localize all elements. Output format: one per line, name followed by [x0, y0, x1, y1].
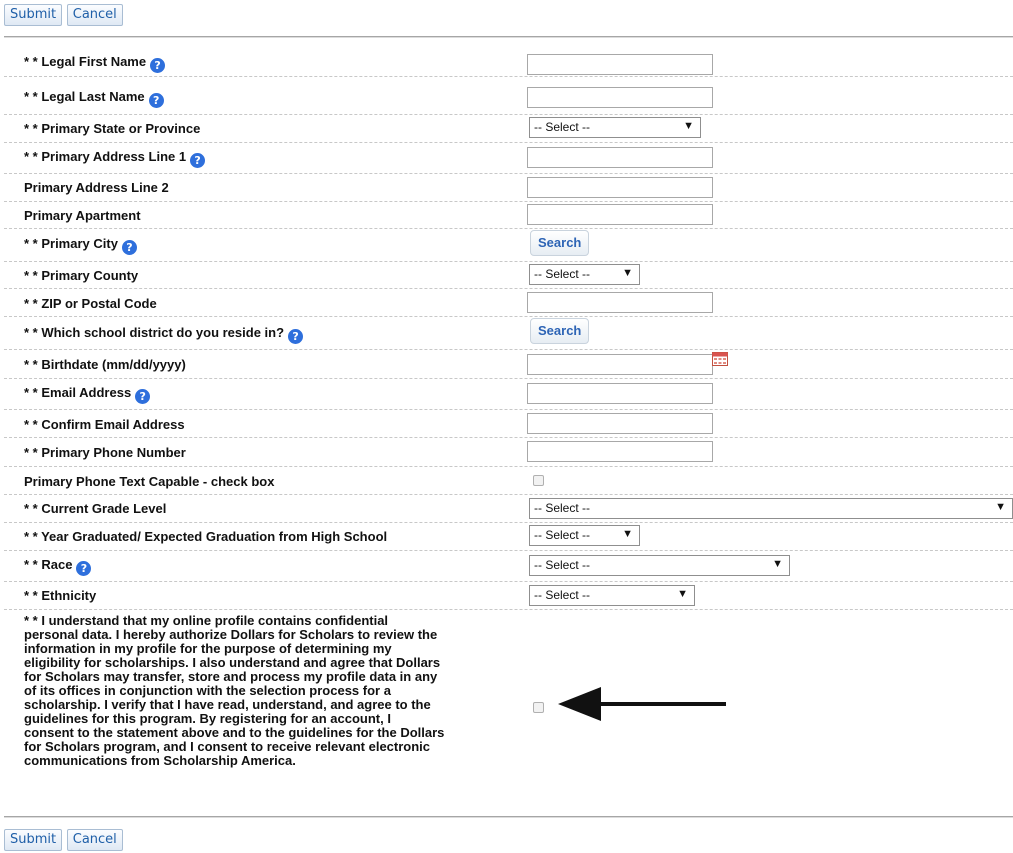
help-circle-icon[interactable]: ?	[76, 561, 92, 576]
ethnicity-selected: -- Select --	[534, 588, 591, 602]
city-search-button[interactable]: Search	[530, 230, 590, 256]
row-primary-state: * * Primary State or Province -- Select …	[4, 115, 1013, 143]
row-primary-address-1: * * Primary Address Line 1?	[4, 143, 1013, 174]
cancel-button[interactable]: Cancel	[66, 4, 123, 26]
row-legal-first-name: * * Legal First Name?	[4, 49, 1013, 77]
email-input[interactable]	[527, 383, 713, 404]
primary-address-2-label: Primary Address Line 2	[24, 180, 169, 195]
row-zip: * * ZIP or Postal Code	[4, 289, 1013, 317]
race-select[interactable]: -- Select -- ▼	[529, 555, 790, 576]
ethnicity-select[interactable]: -- Select -- ▼	[529, 585, 695, 606]
cancel-button[interactable]: Cancel	[66, 829, 123, 851]
phone-text-checkbox[interactable]	[533, 475, 544, 486]
help-circle-icon[interactable]: ?	[288, 329, 304, 344]
legal-first-name-label: * * Legal First Name	[24, 54, 147, 69]
phone-text-label: Primary Phone Text Capable - check box	[24, 474, 275, 489]
primary-state-label: * * Primary State or Province	[24, 121, 201, 136]
school-district-search-button[interactable]: Search	[530, 318, 590, 344]
caret-down-icon: ▼	[995, 501, 1006, 513]
help-circle-icon[interactable]: ?	[148, 93, 164, 108]
primary-state-select[interactable]: -- Select -- ▼	[529, 117, 701, 138]
help-circle-icon[interactable]: ?	[135, 389, 151, 404]
grade-level-select[interactable]: -- Select -- ▼	[529, 498, 1013, 519]
row-birthdate: * * Birthdate (mm/dd/yyyy)	[4, 350, 1013, 379]
row-primary-address-2: Primary Address Line 2	[4, 174, 1013, 202]
row-primary-apartment: Primary Apartment	[4, 202, 1013, 229]
submit-button[interactable]: Submit	[4, 4, 63, 26]
phone-input[interactable]	[527, 441, 713, 462]
confirm-email-input[interactable]	[527, 413, 713, 434]
row-primary-city: * * Primary City? Search	[4, 229, 1013, 262]
graduation-year-selected: -- Select --	[534, 528, 591, 542]
bottom-divider	[4, 816, 1013, 818]
primary-apartment-input[interactable]	[527, 204, 713, 225]
row-phone: * * Primary Phone Number	[4, 438, 1013, 467]
primary-county-selected: -- Select --	[534, 267, 591, 281]
school-district-label: * * Which school district do you reside …	[24, 325, 285, 340]
caret-down-icon: ▼	[677, 588, 688, 600]
row-phone-text: Primary Phone Text Capable - check box	[4, 467, 1013, 495]
row-confirm-email: * * Confirm Email Address	[4, 410, 1013, 438]
primary-apartment-label: Primary Apartment	[24, 208, 141, 223]
row-race: * * Race? -- Select -- ▼	[4, 551, 1013, 582]
race-label: * * Race	[24, 557, 73, 572]
caret-down-icon: ▼	[683, 120, 694, 132]
zip-label: * * ZIP or Postal Code	[24, 296, 157, 311]
primary-county-select[interactable]: -- Select -- ▼	[529, 264, 640, 285]
primary-county-label: * * Primary County	[24, 268, 139, 283]
top-button-bar: Submit Cancel	[4, 4, 124, 28]
row-grade-level: * * Current Grade Level -- Select -- ▼	[4, 495, 1013, 523]
consent-text: * * I understand that my online profile …	[24, 613, 445, 768]
primary-state-selected: -- Select --	[534, 120, 591, 134]
top-divider	[4, 36, 1013, 38]
ethnicity-label: * * Ethnicity	[24, 588, 97, 603]
calendar-icon[interactable]	[712, 352, 728, 366]
confirm-email-label: * * Confirm Email Address	[24, 417, 185, 432]
row-school-district: * * Which school district do you reside …	[4, 317, 1013, 350]
row-primary-county: * * Primary County -- Select -- ▼	[4, 262, 1013, 289]
zip-input[interactable]	[527, 292, 713, 313]
caret-down-icon: ▼	[622, 528, 633, 540]
row-email: * * Email Address?	[4, 379, 1013, 410]
arrow-left-icon	[558, 687, 726, 721]
consent-checkbox[interactable]	[533, 702, 544, 713]
row-consent: * * I understand that my online profile …	[4, 610, 1013, 805]
help-circle-icon[interactable]: ?	[121, 240, 137, 255]
caret-down-icon: ▼	[622, 267, 633, 279]
graduation-year-label: * * Year Graduated/ Expected Graduation …	[24, 529, 388, 544]
race-selected: -- Select --	[534, 558, 591, 572]
help-circle-icon[interactable]: ?	[190, 153, 206, 168]
help-circle-icon[interactable]: ?	[150, 58, 166, 73]
primary-city-label: * * Primary City	[24, 236, 118, 251]
primary-address-1-label: * * Primary Address Line 1	[24, 149, 187, 164]
grade-level-label: * * Current Grade Level	[24, 501, 167, 516]
legal-last-name-label: * * Legal Last Name	[24, 89, 145, 104]
grade-level-selected: -- Select --	[534, 501, 591, 515]
caret-down-icon: ▼	[772, 558, 783, 570]
primary-address-1-input[interactable]	[527, 147, 713, 168]
birthdate-label: * * Birthdate (mm/dd/yyyy)	[24, 357, 186, 372]
bottom-button-bar: Submit Cancel	[4, 829, 124, 853]
row-legal-last-name: * * Legal Last Name?	[4, 77, 1013, 115]
legal-last-name-input[interactable]	[527, 87, 713, 108]
birthdate-input[interactable]	[527, 354, 713, 375]
row-graduation-year: * * Year Graduated/ Expected Graduation …	[4, 523, 1013, 551]
primary-address-2-input[interactable]	[527, 177, 713, 198]
email-label: * * Email Address	[24, 385, 132, 400]
legal-first-name-input[interactable]	[527, 54, 713, 75]
row-ethnicity: * * Ethnicity -- Select -- ▼	[4, 582, 1013, 610]
graduation-year-select[interactable]: -- Select -- ▼	[529, 525, 640, 546]
phone-label: * * Primary Phone Number	[24, 445, 186, 460]
submit-button[interactable]: Submit	[4, 829, 63, 851]
